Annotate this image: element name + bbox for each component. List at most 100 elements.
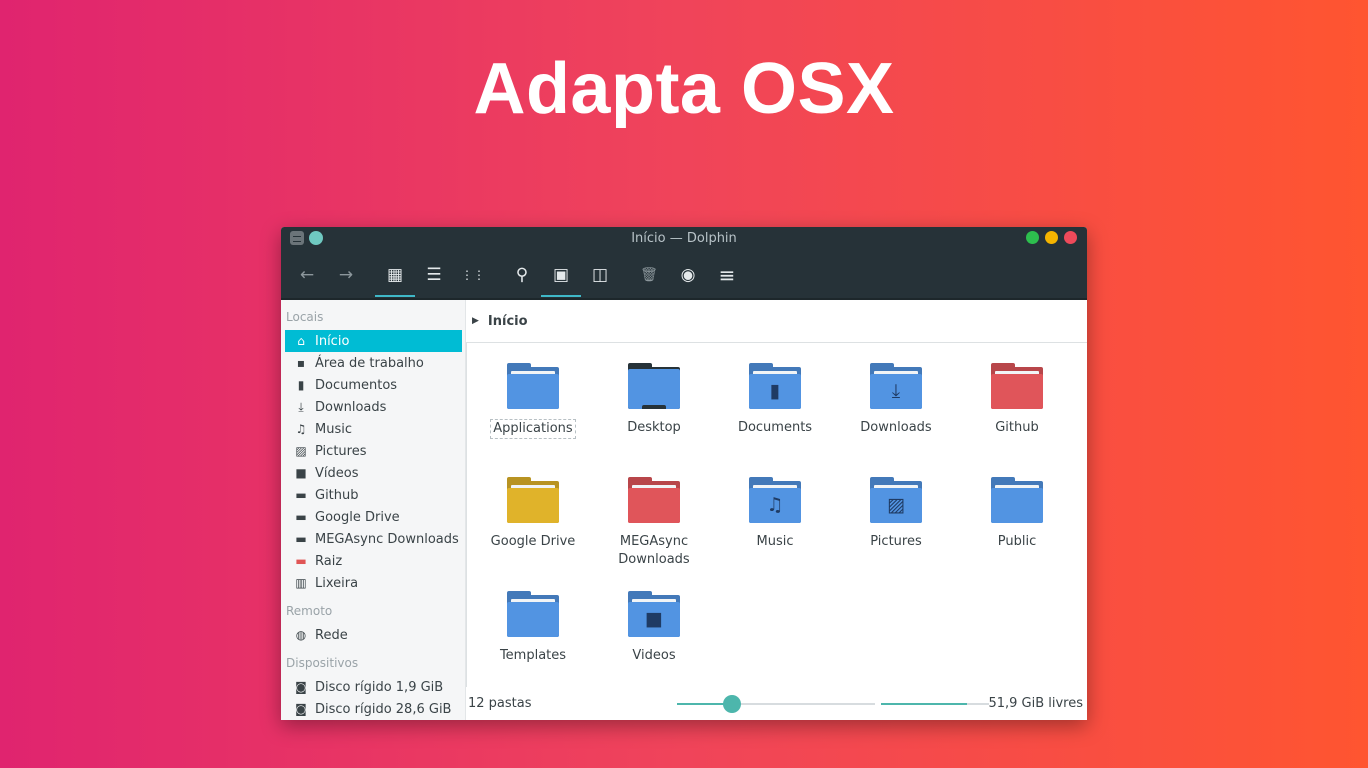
sidebar-item-icon: ▪ [296, 356, 306, 370]
folder-item[interactable]: ⤓ Downloads [841, 363, 951, 437]
maximize-button[interactable] [1045, 231, 1058, 244]
breadcrumb[interactable]: ▶ Início [466, 300, 1087, 342]
folder-label: Pictures [870, 534, 922, 549]
sidebar-item-label: Área de trabalho [315, 355, 424, 371]
folder-label: Templates [499, 648, 567, 663]
sidebar-item-videos[interactable]: ■ Vídeos [285, 462, 462, 484]
folder-icon [628, 363, 680, 409]
icons-view-icon[interactable]: ▦ [375, 253, 415, 297]
sidebar-item-lixeira[interactable]: ▥ Lixeira [285, 572, 462, 594]
dolphin-window: Início — Dolphin ← → ▦ ☰ ⋮⋮ ⚲ ▣ ◫ 🗑 ◉ ≡ … [281, 227, 1087, 720]
sidebar-item-icon: ▮ [297, 378, 305, 392]
folder-label: Desktop [627, 420, 681, 435]
folder-item[interactable]: Github [962, 363, 1072, 437]
minimize-button[interactable] [1026, 231, 1039, 244]
folder-item[interactable]: Applications [478, 363, 588, 439]
trash-icon[interactable]: 🗑 [635, 253, 663, 297]
sidebar-item-pictures[interactable]: ▨ Pictures [285, 440, 462, 462]
sidebar-item-label: Documentos [315, 377, 398, 393]
folder-icon [628, 477, 680, 523]
folder-item[interactable]: Google Drive [478, 477, 588, 551]
file-view[interactable]: Applications Desktop ▮ Documents ⤓ Downloads G… [466, 342, 1087, 687]
zoom-slider[interactable] [677, 695, 875, 713]
sidebar-item-icon: ■ [295, 466, 307, 480]
sidebar-item-label: Lixeira [315, 575, 359, 591]
folder-item[interactable]: ▨ Pictures [841, 477, 951, 551]
sidebar-item-label: Rede [315, 627, 348, 643]
folder-label: Downloads [860, 420, 932, 435]
folder-label: Applications [490, 419, 576, 439]
folder-item[interactable]: ▮ Documents [720, 363, 830, 437]
folder-emblem-icon: ▮ [769, 380, 781, 402]
hidden-files-icon[interactable]: ◉ [674, 253, 702, 297]
sidebar-item-icon: ▬ [295, 510, 307, 524]
folder-label: Github [995, 420, 1039, 435]
window-menu-icon[interactable] [290, 231, 304, 245]
status-bar: 12 pastas 51,9 GiB livres [466, 687, 1087, 720]
sidebar-item-downloads[interactable]: ⤓ Downloads [285, 396, 462, 418]
sidebar-item-github[interactable]: ▬ Github [285, 484, 462, 506]
sidebar-item-icon: ⌂ [297, 334, 305, 348]
preview-icon[interactable]: ▣ [541, 253, 581, 297]
sidebar-item-icon: ♫ [295, 422, 307, 436]
sidebar-item-label: Vídeos [315, 465, 359, 481]
folder-icon: ▨ [870, 477, 922, 523]
sidebar-item-label: Início [315, 333, 350, 349]
sidebar-item-disco-rigido-1-9-gib[interactable]: ◙ Disco rígido 1,9 GiB [285, 676, 462, 698]
compact-view-icon[interactable]: ⋮⋮ [459, 253, 487, 297]
places-panel: Locais ⌂ Início ▪ Área de trabalho ▮ Document… [281, 300, 466, 720]
folder-item[interactable]: Desktop [599, 363, 709, 437]
folder-item[interactable]: Templates [478, 591, 588, 665]
sidebar-item-label: Raiz [315, 553, 343, 569]
sidebar-item-icon: ▬ [295, 554, 307, 568]
sidebar-item-raiz[interactable]: ▬ Raiz [285, 550, 462, 572]
folder-label: MEGAsync Downloads [618, 534, 690, 567]
sidebar-item-label: Music [315, 421, 352, 437]
sidebar-item-documentos[interactable]: ▮ Documentos [285, 374, 462, 396]
folder-icon [991, 477, 1043, 523]
folder-label: Documents [737, 420, 813, 435]
details-view-icon[interactable]: ☰ [420, 253, 448, 297]
sidebar-item-icon: ◙ [295, 680, 307, 694]
sidebar-item-inicio[interactable]: ⌂ Início [285, 330, 462, 352]
folder-item[interactable]: ■ Videos [599, 591, 709, 665]
folder-emblem-icon: ♫ [766, 494, 784, 516]
back-icon[interactable]: ← [293, 253, 321, 297]
close-button[interactable] [1064, 231, 1077, 244]
folder-item[interactable]: ♫ Music [720, 477, 830, 551]
sidebar-item-megasync-downloads[interactable]: ▬ MEGAsync Downloads [285, 528, 462, 550]
search-icon[interactable]: ⚲ [508, 253, 536, 297]
devices-section-title: Dispositivos [286, 656, 359, 670]
breadcrumb-arrow-icon[interactable]: ▶ [472, 316, 479, 326]
breadcrumb-label[interactable]: Início [488, 314, 528, 329]
sidebar-item-icon: ▬ [295, 532, 307, 546]
folder-label: Google Drive [490, 534, 576, 549]
toolbar: ← → ▦ ☰ ⋮⋮ ⚲ ▣ ◫ 🗑 ◉ ≡ [281, 251, 1087, 300]
pin-icon[interactable] [309, 231, 323, 245]
sidebar-item-icon: ▥ [295, 576, 307, 590]
free-space-bar [881, 703, 989, 705]
sidebar-item-label: Google Drive [315, 509, 400, 525]
folder-item[interactable]: MEGAsync Downloads [599, 477, 709, 569]
free-space-fill [881, 703, 968, 705]
sidebar-item-label: Pictures [315, 443, 367, 459]
zoom-slider-handle[interactable] [723, 695, 742, 713]
sidebar-item-area-de-trabalho[interactable]: ▪ Área de trabalho [285, 352, 462, 374]
folder-icon [507, 477, 559, 523]
sidebar-item-google-drive[interactable]: ▬ Google Drive [285, 506, 462, 528]
sidebar-item-icon: ◙ [295, 702, 307, 716]
sidebar-item-icon: ▨ [295, 444, 307, 458]
sidebar-item-rede[interactable]: ◍ Rede [285, 624, 462, 646]
sidebar-item-label: Downloads [315, 399, 387, 415]
menu-icon[interactable]: ≡ [713, 253, 741, 297]
folder-label: Public [997, 534, 1037, 549]
folder-emblem-icon: ▨ [887, 494, 905, 516]
places-section-title: Locais [286, 310, 324, 324]
sidebar-item-disco-rigido-28-6-gib[interactable]: ◙ Disco rígido 28,6 GiB [285, 698, 462, 720]
sidebar-item-music[interactable]: ♫ Music [285, 418, 462, 440]
folder-item[interactable]: Public [962, 477, 1072, 551]
split-view-icon[interactable]: ◫ [586, 253, 614, 297]
folder-icon: ♫ [749, 477, 801, 523]
sidebar-item-label: MEGAsync Downloads [315, 531, 459, 547]
forward-icon[interactable]: → [332, 253, 360, 297]
